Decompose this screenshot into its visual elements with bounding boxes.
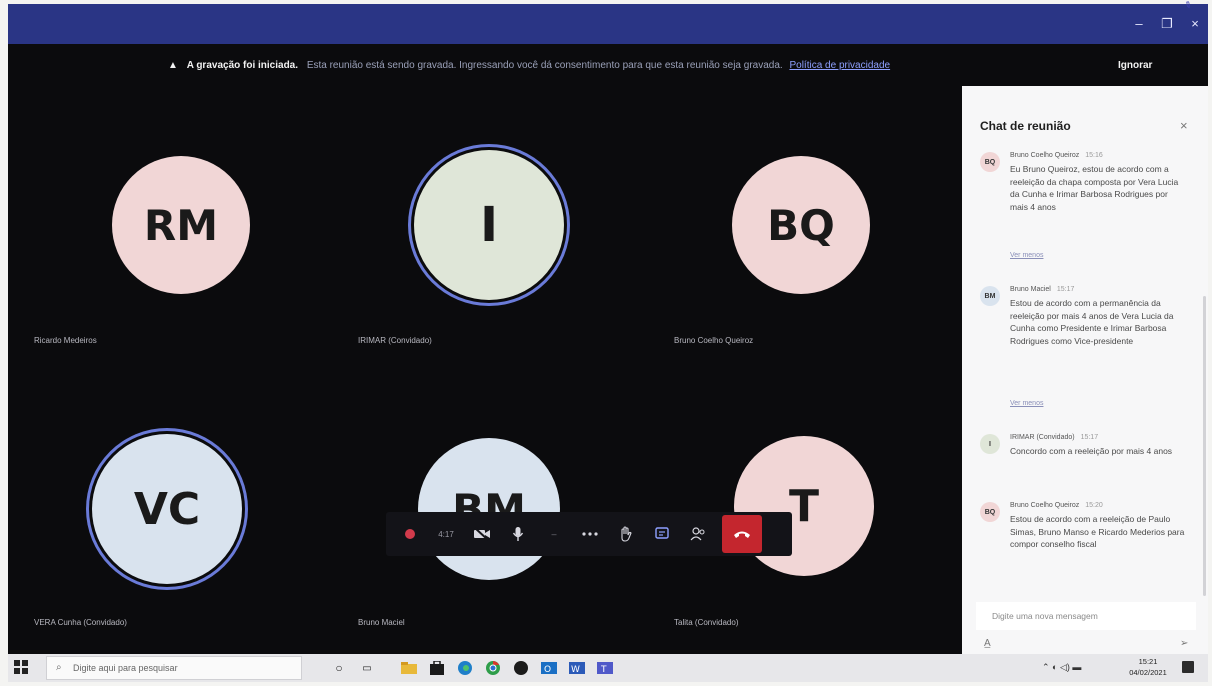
meeting-timer: 4:17 <box>438 529 454 539</box>
avatar: BM <box>980 286 1000 306</box>
chat-button[interactable] <box>644 514 680 554</box>
chat-scrollbar[interactable] <box>1203 296 1206 596</box>
message-time: 15:17 <box>1080 434 1099 441</box>
ignore-button[interactable]: Ignorar <box>1118 60 1152 71</box>
avatar: RM <box>112 156 250 294</box>
microphone-button[interactable] <box>500 514 536 554</box>
participant-tile[interactable]: BQ Bruno Coelho Queiroz <box>664 104 982 345</box>
windows-start-icon[interactable] <box>14 660 28 674</box>
camera-off-button[interactable] <box>464 514 500 554</box>
close-button[interactable]: × <box>1182 14 1208 34</box>
participant-name: VERA Cunha (Convidado) <box>34 618 127 627</box>
message-author: IRIMAR (Convidado) <box>1010 434 1075 441</box>
avatar: BQ <box>980 152 1000 172</box>
format-icon[interactable]: A̲ <box>984 638 991 649</box>
message-text: Estou de acordo com a permanência da ree… <box>1010 298 1174 346</box>
message-text: Concordo com a reeleição por mais 4 anos <box>1010 446 1173 456</box>
avatar: BQ <box>732 156 870 294</box>
avatar: I <box>980 434 1000 454</box>
banner-text: Esta reunião está sendo gravada. Ingress… <box>306 60 783 71</box>
message-time: 15:17 <box>1056 286 1075 293</box>
word-icon[interactable]: W <box>568 659 586 677</box>
svg-text:T: T <box>600 665 607 675</box>
avatar: VC <box>92 434 242 584</box>
edge-icon[interactable] <box>456 659 474 677</box>
outlook-icon[interactable]: O <box>540 659 558 677</box>
teams-icon[interactable]: T <box>596 659 614 677</box>
see-less-link[interactable]: Ver menos <box>1010 252 1043 259</box>
privacy-link[interactable]: Política de privacidade <box>789 60 890 71</box>
chat-message: BM Bruno Maciel 15:17 Estou de acordo com… <box>980 286 1190 416</box>
svg-text:W: W <box>571 665 580 675</box>
message-author: Bruno Maciel <box>1010 286 1051 293</box>
send-icon[interactable]: ➢ <box>1180 638 1188 649</box>
title-bar: – ❐ × <box>8 4 1208 44</box>
windows-taskbar: ⌕ Digite aqui para pesquisar ○ ▭ O W T ⌃… <box>8 654 1208 682</box>
clock-time: 15:21 <box>1138 657 1158 666</box>
search-placeholder: Digite aqui para pesquisar <box>73 663 178 673</box>
chat-panel: Chat de reunião × BQ Bruno Coelho Queiro… <box>962 86 1208 654</box>
avatar: BM <box>418 438 560 580</box>
svg-text:O: O <box>544 665 551 675</box>
participant-tile[interactable]: RM Ricardo Medeiros <box>24 104 342 345</box>
search-icon: ⌕ <box>56 662 62 673</box>
participant-tile[interactable]: I IRIMAR (Convidado) <box>344 104 662 345</box>
app-icon[interactable] <box>512 659 530 677</box>
recording-indicator-icon <box>392 514 428 554</box>
more-options-button[interactable] <box>572 514 608 554</box>
message-time: 15:16 <box>1085 152 1103 159</box>
system-tray-icons[interactable]: ⌃ ◐ ◁) ▬ <box>1042 662 1081 673</box>
see-less-link[interactable]: Ver menos <box>1010 400 1043 407</box>
avatar: BQ <box>980 502 1000 522</box>
participant-name: Ricardo Medeiros <box>34 336 97 345</box>
teams-window: – ❐ × ▲ A gravação foi iniciada. Esta re… <box>8 4 1208 654</box>
message-author: Bruno Coelho Queiroz <box>1010 502 1080 509</box>
recording-banner: ▲ A gravação foi iniciada. Esta reunião … <box>8 44 962 90</box>
file-explorer-icon[interactable] <box>400 659 418 677</box>
divider-icon: – <box>551 529 557 539</box>
restore-button[interactable]: ❐ <box>1154 14 1180 34</box>
participant-name: Talita (Convidado) <box>674 618 739 627</box>
minimize-button[interactable]: – <box>1126 14 1152 34</box>
participants-button[interactable] <box>680 514 716 554</box>
warning-icon: ▲ <box>168 60 178 71</box>
participant-name: Bruno Maciel <box>358 618 405 627</box>
store-icon[interactable] <box>428 659 446 677</box>
banner-title: A gravação foi iniciada. <box>186 60 299 71</box>
raise-hand-button[interactable] <box>608 514 644 554</box>
avatar: I <box>414 150 564 300</box>
message-text: Eu Bruno Queiroz, estou de acordo com a … <box>1010 164 1179 212</box>
meeting-controls: 4:17 – <box>386 512 792 556</box>
participant-name: IRIMAR (Convidado) <box>358 336 432 345</box>
message-text: Estou de acordo com a reeleição de Paulo… <box>1010 514 1185 549</box>
close-icon[interactable]: × <box>1180 118 1188 133</box>
taskbar-search-input[interactable]: ⌕ Digite aqui para pesquisar <box>46 656 302 680</box>
participant-tile[interactable]: T Talita (Convidado) <box>664 384 982 627</box>
participant-tile[interactable]: BM Bruno Maciel <box>344 384 662 627</box>
chat-message: I IRIMAR (Convidado) 15:17 Concordo com a… <box>980 434 1190 484</box>
notifications-icon[interactable] <box>1182 661 1194 673</box>
participant-name: Bruno Coelho Queiroz <box>674 336 754 345</box>
chat-message: BQ Bruno Coelho Queiroz 15:16 Eu Bruno Qu… <box>980 152 1190 272</box>
hang-up-button[interactable] <box>722 515 762 553</box>
chat-title: Chat de reunião <box>980 119 1071 133</box>
message-time: 15:20 <box>1085 502 1103 509</box>
clock-date: 04/02/2021 <box>1129 668 1167 677</box>
cortana-icon[interactable]: ○ <box>330 659 348 677</box>
message-author: Bruno Coelho Queiroz <box>1010 152 1080 159</box>
chat-message: BQ Bruno Coelho Queiroz 15:20 Estou de ac… <box>980 502 1190 582</box>
chat-message-input[interactable]: Digite uma nova mensagem <box>976 602 1196 630</box>
chrome-icon[interactable] <box>484 659 502 677</box>
taskbar-clock[interactable]: 15:21 04/02/2021 <box>1128 656 1168 678</box>
participant-tile[interactable]: VC VERA Cunha (Convidado) <box>24 384 342 627</box>
task-view-icon[interactable]: ▭ <box>358 659 376 677</box>
